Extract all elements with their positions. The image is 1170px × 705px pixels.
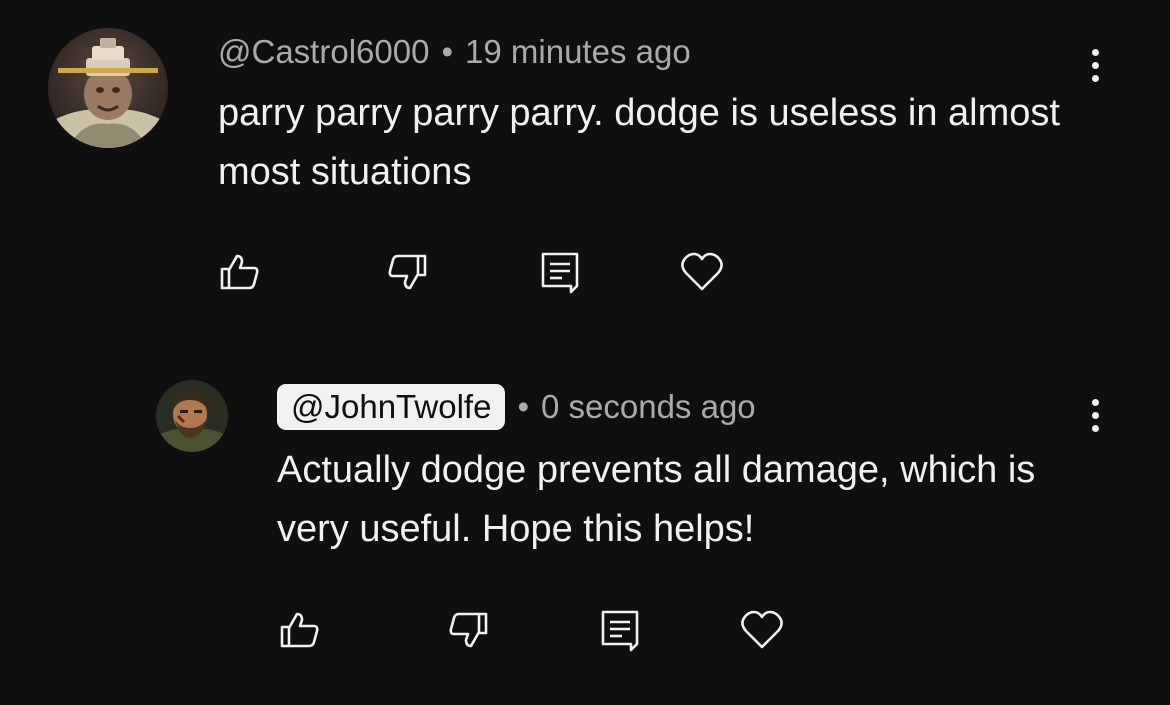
thumbs-up-icon [280,612,319,648]
avatar[interactable] [48,28,168,148]
comment-meta: @Castrol6000 • 19 minutes ago [218,32,691,72]
heart-button[interactable] [740,608,784,652]
thumbs-down-icon [388,254,427,290]
author-handle-pill[interactable]: @JohnTwolfe [277,383,506,431]
dislike-button[interactable] [385,250,429,294]
heart-button[interactable] [680,250,724,294]
statue-avatar-icon [48,28,168,148]
heart-icon [741,610,783,649]
more-options-icon[interactable] [1080,390,1110,440]
author-handle[interactable]: @Castrol6000 [218,33,429,71]
like-button[interactable] [278,608,322,652]
reply-comment-icon [541,252,579,294]
reply-comment-icon [601,610,639,652]
avatar[interactable] [156,380,228,452]
reply-timestamp: 0 seconds ago [541,388,756,425]
bearded-man-avatar-icon [156,380,228,452]
reply-button[interactable] [538,250,582,294]
reply-text: Actually dodge prevents all damage, whic… [277,449,1036,550]
like-button[interactable] [218,250,262,294]
meta-separator: • [517,388,529,425]
comment-text: parry parry parry parry. dodge is useles… [218,92,1060,193]
thumbs-down-icon [449,612,488,648]
more-options-icon[interactable] [1080,40,1110,90]
meta-separator: • [441,33,454,70]
dislike-button[interactable] [446,608,490,652]
comment-timestamp: 19 minutes ago [465,33,691,70]
reply-meta: @JohnTwolfe • 0 seconds ago [277,382,756,432]
thumbs-up-icon [220,254,259,290]
heart-icon [681,252,723,291]
reply-button[interactable] [598,608,642,652]
